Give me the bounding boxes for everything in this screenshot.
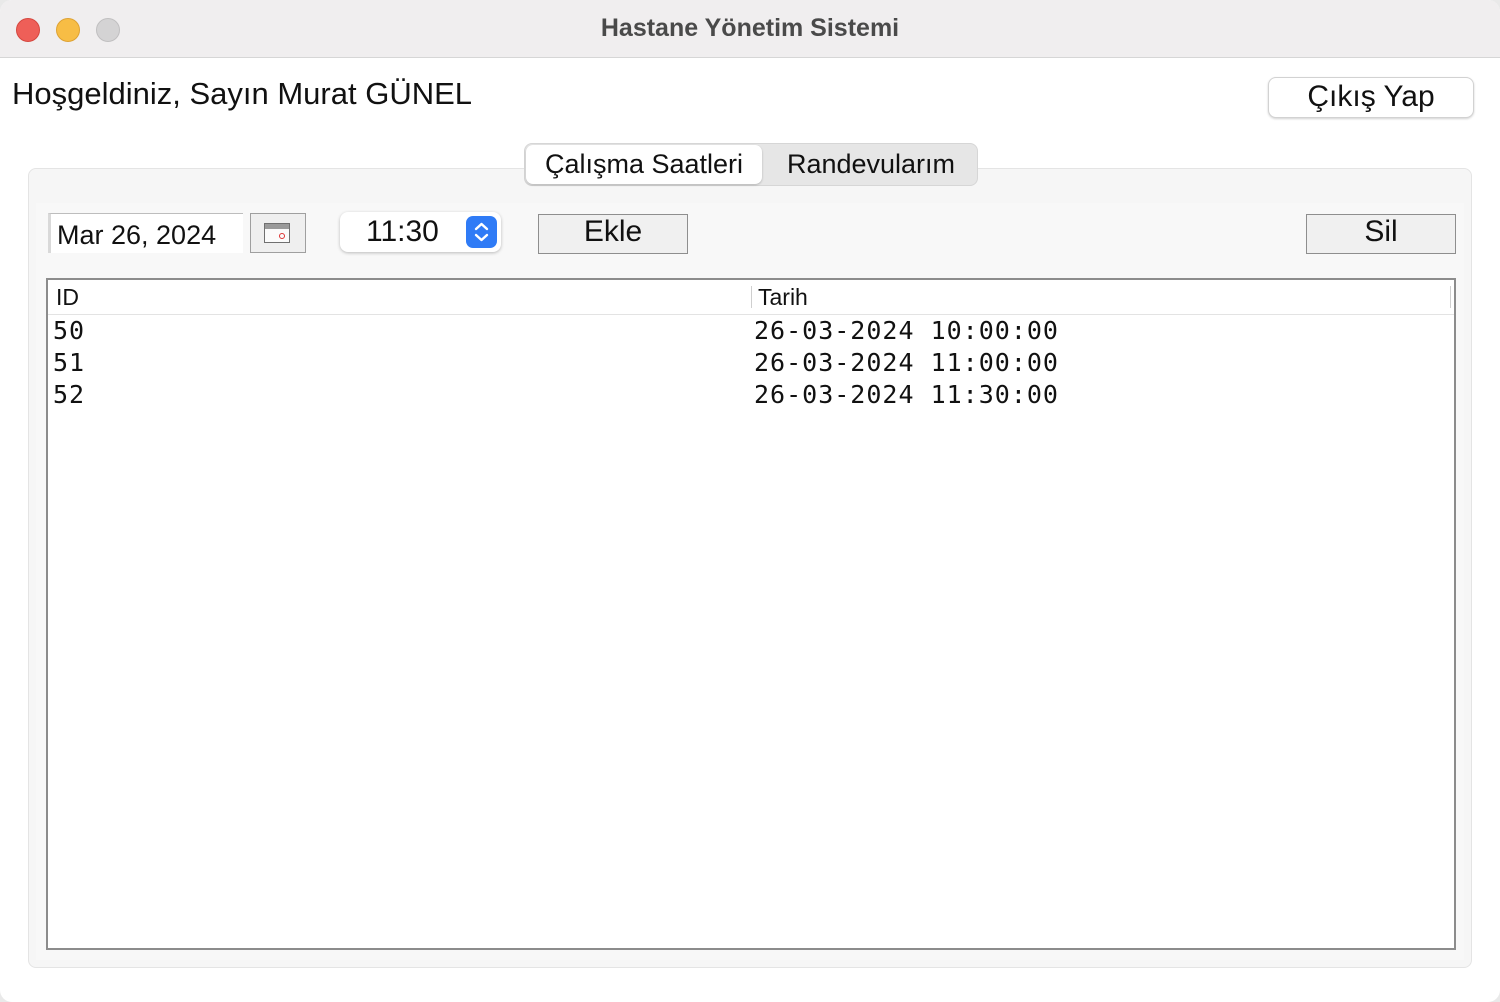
time-spinner[interactable]: 11:30 [340,212,501,252]
calendar-button[interactable] [250,213,306,253]
date-field[interactable]: Mar 26, 2024 [48,213,243,253]
column-header-id[interactable]: ID [56,280,79,314]
up-down-chevron-icon [474,222,489,242]
table-row[interactable]: 51 26-03-2024 11:00:00 [48,347,1454,379]
cell-id: 51 [53,348,86,377]
table-row[interactable]: 50 26-03-2024 10:00:00 [48,315,1454,347]
working-hours-table: ID Tarih 50 26-03-2024 10:00:00 51 26-03… [46,278,1456,950]
column-header-tarih[interactable]: Tarih [758,280,808,314]
time-stepper[interactable] [466,216,497,248]
column-divider[interactable] [751,286,752,308]
cell-id: 50 [53,316,86,345]
column-divider[interactable] [1450,286,1451,308]
calendar-icon [264,223,290,243]
time-value: 11:30 [366,215,439,248]
cell-tarih: 26-03-2024 10:00:00 [754,316,1059,345]
cell-tarih: 26-03-2024 11:00:00 [754,348,1059,377]
tab-bar: Çalışma Saatleri Randevularım [524,143,978,186]
delete-button[interactable]: Sil [1306,214,1456,254]
tab-appointments[interactable]: Randevularım [765,144,977,185]
title-bar: Hastane Yönetim Sistemi [0,0,1500,58]
welcome-message: Hoşgeldiniz, Sayın Murat GÜNEL [12,76,473,111]
table-row[interactable]: 52 26-03-2024 11:30:00 [48,379,1454,411]
cell-tarih: 26-03-2024 11:30:00 [754,380,1059,409]
add-button[interactable]: Ekle [538,214,688,254]
logout-button[interactable]: Çıkış Yap [1268,77,1474,118]
cell-id: 52 [53,380,86,409]
table-header: ID Tarih [48,280,1454,315]
app-window: Hastane Yönetim Sistemi Hoşgeldiniz, Say… [0,0,1500,1002]
window-title: Hastane Yönetim Sistemi [600,14,900,42]
tab-working-hours[interactable]: Çalışma Saatleri [526,145,762,184]
